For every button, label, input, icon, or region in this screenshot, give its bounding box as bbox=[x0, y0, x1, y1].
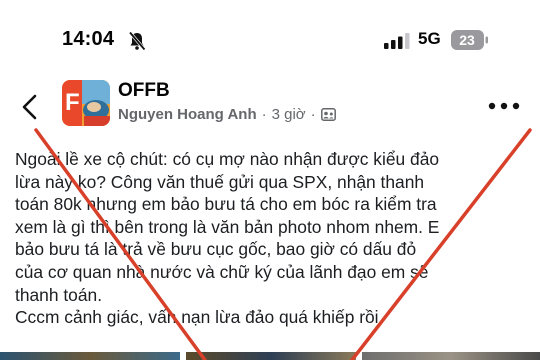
network-type: 5G bbox=[418, 29, 441, 48]
post-image-right[interactable] bbox=[362, 352, 540, 360]
post-meta: Nguyen Hoang Anh · 3 giờ · bbox=[118, 106, 336, 123]
post-line: thanh toán. bbox=[15, 284, 103, 305]
post-image-middle[interactable] bbox=[186, 352, 356, 360]
group-avatar[interactable]: F bbox=[62, 80, 110, 126]
post-line: bảo bưu tá là trả về bưu cục gốc, bao gi… bbox=[15, 239, 417, 260]
more-options-icon[interactable] bbox=[486, 98, 522, 114]
group-privacy-icon bbox=[320, 108, 336, 121]
status-time: 14:04 bbox=[62, 28, 115, 50]
post-line: toán 80k nhưng em bảo bưu tá cho em bóc … bbox=[15, 194, 437, 215]
author-name[interactable]: Nguyen Hoang Anh bbox=[118, 106, 257, 123]
battery-icon: 23 bbox=[451, 30, 489, 50]
back-chevron-icon[interactable] bbox=[20, 94, 38, 120]
post-line: xem là gì thì bên trong là văn bản photo… bbox=[15, 216, 440, 237]
post-time[interactable]: 3 giờ bbox=[272, 106, 306, 123]
signal-icon bbox=[384, 33, 410, 49]
bell-slash-icon bbox=[128, 31, 146, 51]
meta-separator: · bbox=[261, 106, 267, 123]
post-text: Ngoài lề xe cộ chút: có cụ mợ nào nhận đ… bbox=[15, 148, 537, 329]
svg-text:F: F bbox=[65, 89, 80, 116]
battery-level: 23 bbox=[459, 32, 475, 48]
group-name[interactable]: OFFB bbox=[118, 80, 170, 102]
post-line: của cơ quan nhà nước và chữ ký của lãnh … bbox=[15, 261, 429, 282]
post-line: lừa này ko? Công văn thuế gửi qua SPX, n… bbox=[15, 171, 425, 192]
post-line: Ngoài lề xe cộ chút: có cụ mợ nào nhận đ… bbox=[15, 149, 440, 169]
meta-separator-2: · bbox=[310, 106, 316, 123]
post-line: Cccm cảnh giác, vấn nạn lừa đảo quá khiế… bbox=[15, 307, 384, 328]
post-image-left[interactable] bbox=[0, 352, 180, 360]
